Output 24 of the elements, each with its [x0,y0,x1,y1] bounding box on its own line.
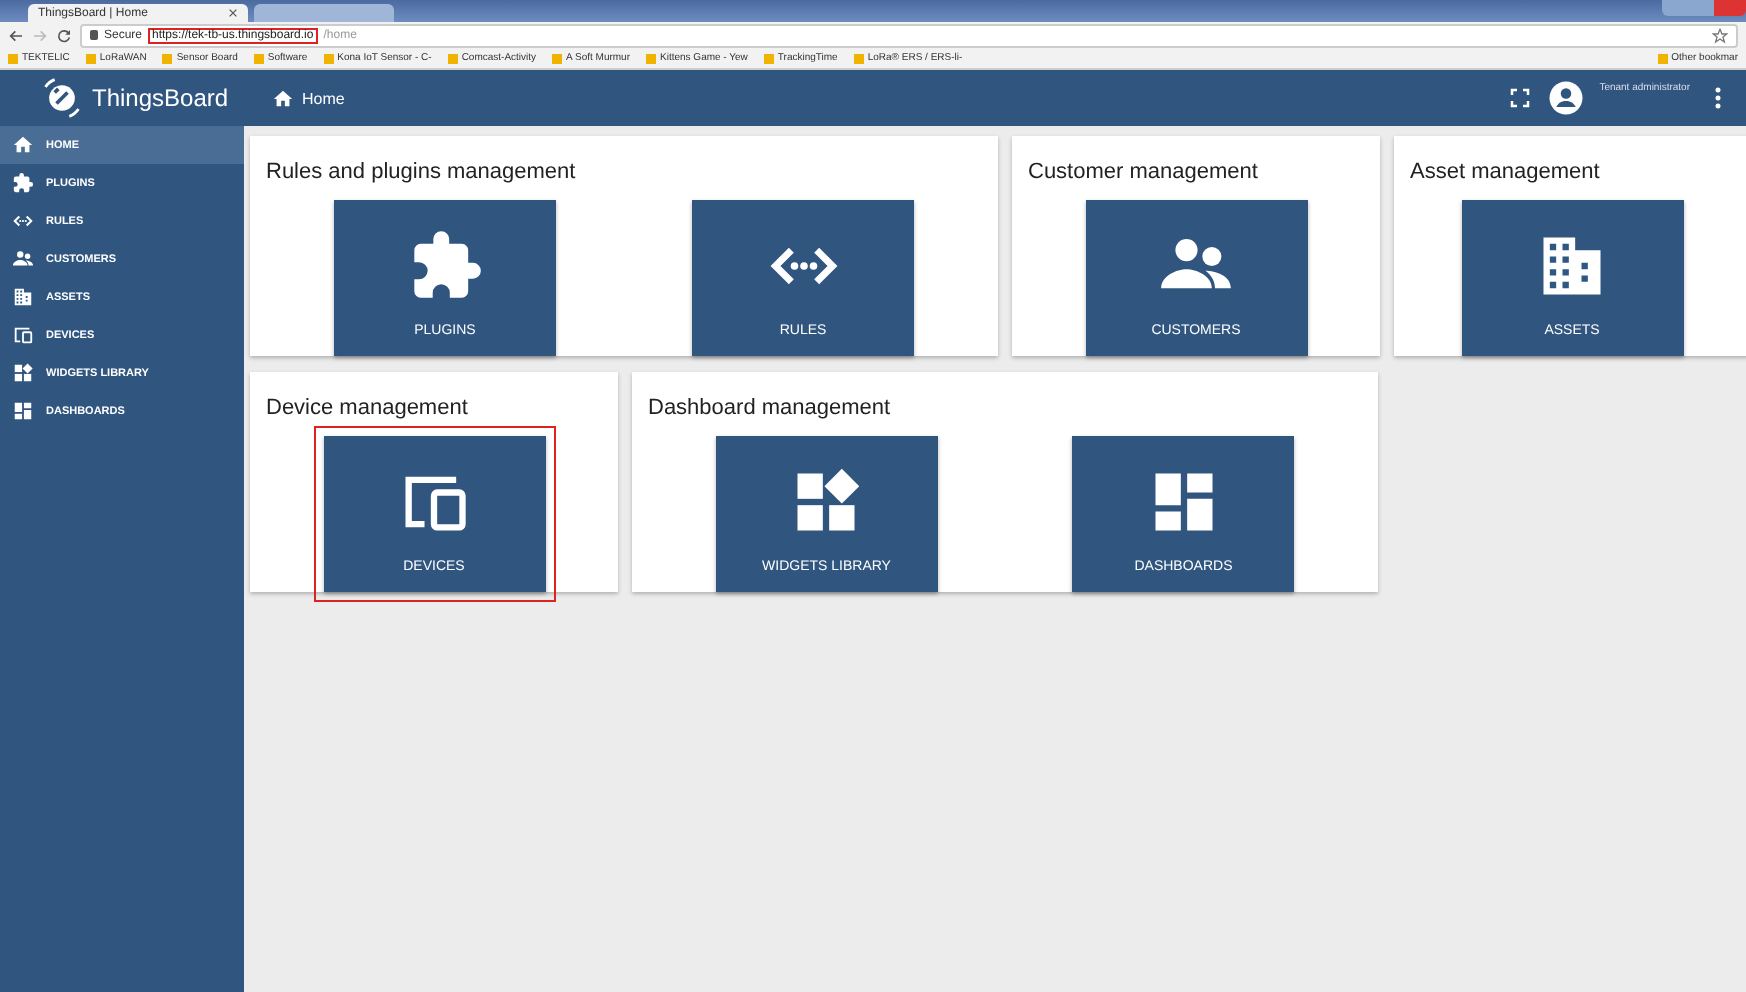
home-icon [12,134,34,156]
fullscreen-icon[interactable] [1507,86,1532,110]
back-icon[interactable] [8,27,24,43]
widgets-icon [12,362,34,384]
app-logo[interactable]: ThingsBoard [92,84,229,112]
reload-icon[interactable] [56,27,72,43]
close-icon[interactable] [228,8,238,18]
section-title: Device management [266,396,470,420]
section-title: Customer management [1028,160,1260,184]
section-title: Dashboard management [648,396,893,420]
lock-icon [90,30,98,40]
home-icon [272,87,294,109]
people-icon [12,248,34,270]
section-title: Rules and plugins management [266,160,578,184]
puzzle-icon [12,172,34,194]
breadcrumb[interactable]: Home [256,87,345,109]
section-title: Asset management [1410,160,1602,184]
dashboard-icon [12,400,34,422]
devices-icon [12,324,34,346]
code-arrows-icon [12,210,34,232]
building-icon [12,286,34,308]
star-icon[interactable] [1712,27,1728,43]
logo-icon [40,76,84,120]
account-icon[interactable] [1547,80,1584,116]
